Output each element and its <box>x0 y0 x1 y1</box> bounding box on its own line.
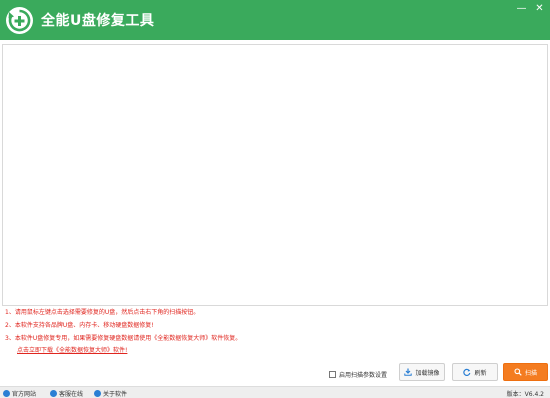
instruction-line: 1、请用鼠标左键点击选择需要修复的U盘，然后点击右下角的扫描按钮。 <box>5 309 200 316</box>
scan-settings-label: 启用扫描参数设置 <box>339 371 388 379</box>
close-button[interactable]: ✕ <box>533 2 546 15</box>
refresh-button[interactable]: 刷新 <box>452 363 498 381</box>
instruction-line: 3、本软件U盘修复专用，如果需要修复硬盘数据请使用《全能数据恢复大师》软件恢复。 <box>5 335 242 342</box>
official-website-label: 官方网站 <box>12 391 37 398</box>
instruction-line: 2、本软件支持各品牌U盘、内存卡、移动硬盘数据修复! <box>5 322 154 329</box>
chat-icon <box>50 390 57 397</box>
about-software-label: 关于软件 <box>103 391 128 398</box>
customer-service-label: 客服在线 <box>59 391 84 398</box>
search-icon <box>514 368 522 376</box>
status-bar: 官方网站 客服在线 关于软件 版本：V6.4.2 <box>0 386 550 398</box>
about-software-link[interactable]: 关于软件 <box>94 389 127 398</box>
title-bar: 全能U盘修复工具 — ✕ <box>0 0 550 40</box>
scan-label: 扫描 <box>524 369 537 377</box>
scan-settings-checkbox[interactable] <box>329 370 336 378</box>
load-image-label: 加载镜像 <box>415 369 440 377</box>
usb-repair-logo-icon <box>6 7 33 34</box>
app-title: 全能U盘修复工具 <box>41 13 155 29</box>
info-icon <box>94 390 101 397</box>
minimize-button[interactable]: — <box>515 2 528 15</box>
download-link[interactable]: 点击立即下载《全能数据恢复大师》软件! <box>17 347 127 355</box>
customer-service-link[interactable]: 客服在线 <box>50 389 83 398</box>
official-website-link[interactable]: 官方网站 <box>3 389 36 398</box>
home-icon <box>3 390 10 397</box>
load-image-button[interactable]: 加载镜像 <box>399 363 445 381</box>
refresh-icon <box>463 368 471 377</box>
version-label: 版本：V6.4.2 <box>506 391 544 398</box>
refresh-label: 刷新 <box>474 369 487 377</box>
device-list-area[interactable] <box>2 44 548 306</box>
scan-button[interactable]: 扫描 <box>503 363 548 381</box>
download-icon <box>404 368 413 376</box>
scan-settings-option[interactable]: 启用扫描参数设置 <box>329 369 387 379</box>
